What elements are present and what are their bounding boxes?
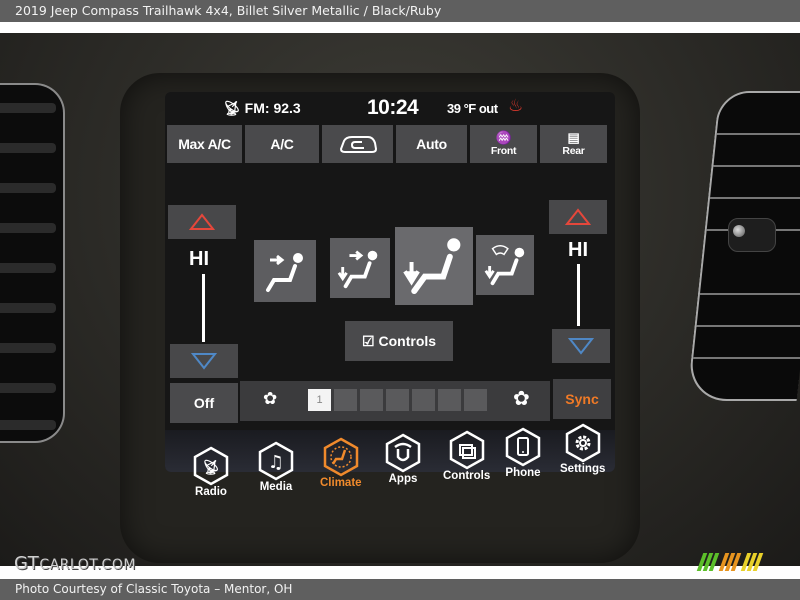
antenna-icon: 📡︎ xyxy=(223,100,241,116)
fan-speed-row: Off ✿ 1 ✿ Sync xyxy=(170,379,611,423)
clock: 10:24 xyxy=(367,96,419,119)
svg-text:📡︎: 📡︎ xyxy=(202,459,220,476)
fan-level-3[interactable] xyxy=(360,389,383,411)
vent-adjuster-knob[interactable] xyxy=(728,218,776,252)
driver-temp-value: HI xyxy=(189,248,209,270)
dock-media[interactable]: ♫ Media xyxy=(256,441,296,493)
temp-up-triangle-icon xyxy=(189,213,215,230)
fan-high-icon: ✿ xyxy=(513,388,530,410)
airflow-defrost-floor-button[interactable] xyxy=(476,235,534,295)
airflow-bilevel-icon xyxy=(337,250,378,289)
front-defrost-icon: ♒ xyxy=(495,130,512,145)
radio-status[interactable]: 📡︎ FM: 92.3 xyxy=(223,100,301,117)
driver-temp-up-button[interactable] xyxy=(168,205,236,239)
sync-button[interactable]: Sync xyxy=(553,379,611,419)
music-note-icon: ♫ xyxy=(258,441,294,481)
fan-level-6[interactable] xyxy=(438,389,461,411)
airflow-defrost-floor-icon xyxy=(484,245,525,286)
seat-controls-icon: ☑ xyxy=(361,332,375,349)
dock-settings[interactable]: Settings xyxy=(560,423,605,475)
controls-icon xyxy=(449,430,484,470)
gtcarlot-watermark: GTCARLOT.COM xyxy=(14,553,136,574)
airflow-floor-button[interactable] xyxy=(395,227,473,305)
apps-icon xyxy=(385,433,421,473)
fan-off-button[interactable]: Off xyxy=(170,383,238,423)
heated-seat-icon: ♨ xyxy=(508,96,524,115)
recirculation-car-icon xyxy=(339,136,377,153)
climate-top-buttons: Max A/C A/C Auto ♒ Front ▤ Rear xyxy=(167,125,607,163)
photo-credit: Photo Courtesy of Classic Toyota – Mento… xyxy=(15,582,293,596)
recirculation-button[interactable] xyxy=(322,125,393,163)
auto-button[interactable]: Auto xyxy=(396,125,467,163)
brand-stripes-logo xyxy=(696,553,779,571)
fan-level-4[interactable] xyxy=(386,389,409,411)
airflow-bilevel-button[interactable] xyxy=(330,238,390,298)
listing-title: 2019 Jeep Compass Trailhawk 4x4, Billet … xyxy=(15,3,442,18)
max-ac-button[interactable]: Max A/C xyxy=(167,125,242,163)
dock-controls[interactable]: Controls xyxy=(443,430,490,482)
rear-defrost-icon: ▤ xyxy=(567,130,580,145)
dock-climate[interactable]: Climate xyxy=(320,437,362,489)
left-air-vent xyxy=(0,83,65,443)
driver-temp-slider[interactable] xyxy=(202,274,205,342)
airflow-panel-icon xyxy=(266,253,303,292)
passenger-temp-value: HI xyxy=(568,239,588,261)
photo-credit-bar: Photo Courtesy of Classic Toyota – Mento… xyxy=(0,579,800,600)
fan-level-1[interactable]: 1 xyxy=(308,389,331,411)
airflow-floor-icon xyxy=(403,238,461,295)
seat-controls-button[interactable]: ☑ Controls xyxy=(345,321,453,361)
climate-icon xyxy=(323,437,359,477)
listing-title-bar: 2019 Jeep Compass Trailhawk 4x4, Billet … xyxy=(0,0,800,22)
rear-defrost-button[interactable]: ▤ Rear xyxy=(540,125,607,163)
outside-temperature: 39 °F out xyxy=(447,101,498,116)
passenger-temp-up-button[interactable] xyxy=(549,200,607,234)
phone-icon xyxy=(505,427,541,467)
temp-up-triangle-icon xyxy=(565,208,591,225)
gear-icon xyxy=(565,423,600,463)
fan-low-icon: ✿ xyxy=(263,389,278,408)
fan-level-5[interactable] xyxy=(412,389,435,411)
temp-down-triangle-icon xyxy=(191,353,217,370)
temp-down-triangle-icon xyxy=(568,338,594,355)
driver-temp-down-button[interactable] xyxy=(170,344,238,378)
fan-level-7[interactable] xyxy=(464,389,487,411)
climate-screen: 📡︎ FM: 92.3 10:24 39 °F out ♨ Max A/C A/… xyxy=(165,92,615,472)
dock-radio[interactable]: 📡︎ Radio xyxy=(191,446,231,498)
dock-phone[interactable]: Phone xyxy=(503,427,543,479)
front-defrost-button[interactable]: ♒ Front xyxy=(470,125,537,163)
passenger-temp-slider[interactable] xyxy=(577,264,580,326)
svg-text:♫: ♫ xyxy=(268,452,284,473)
passenger-temp-down-button[interactable] xyxy=(552,329,610,363)
airflow-panel-button[interactable] xyxy=(254,240,316,302)
status-bar: 📡︎ FM: 92.3 10:24 39 °F out ♨ xyxy=(165,92,615,124)
radio-icon: 📡︎ xyxy=(193,446,229,486)
ac-button[interactable]: A/C xyxy=(245,125,319,163)
dock-apps[interactable]: Apps xyxy=(383,433,423,485)
fan-level-2[interactable] xyxy=(334,389,357,411)
